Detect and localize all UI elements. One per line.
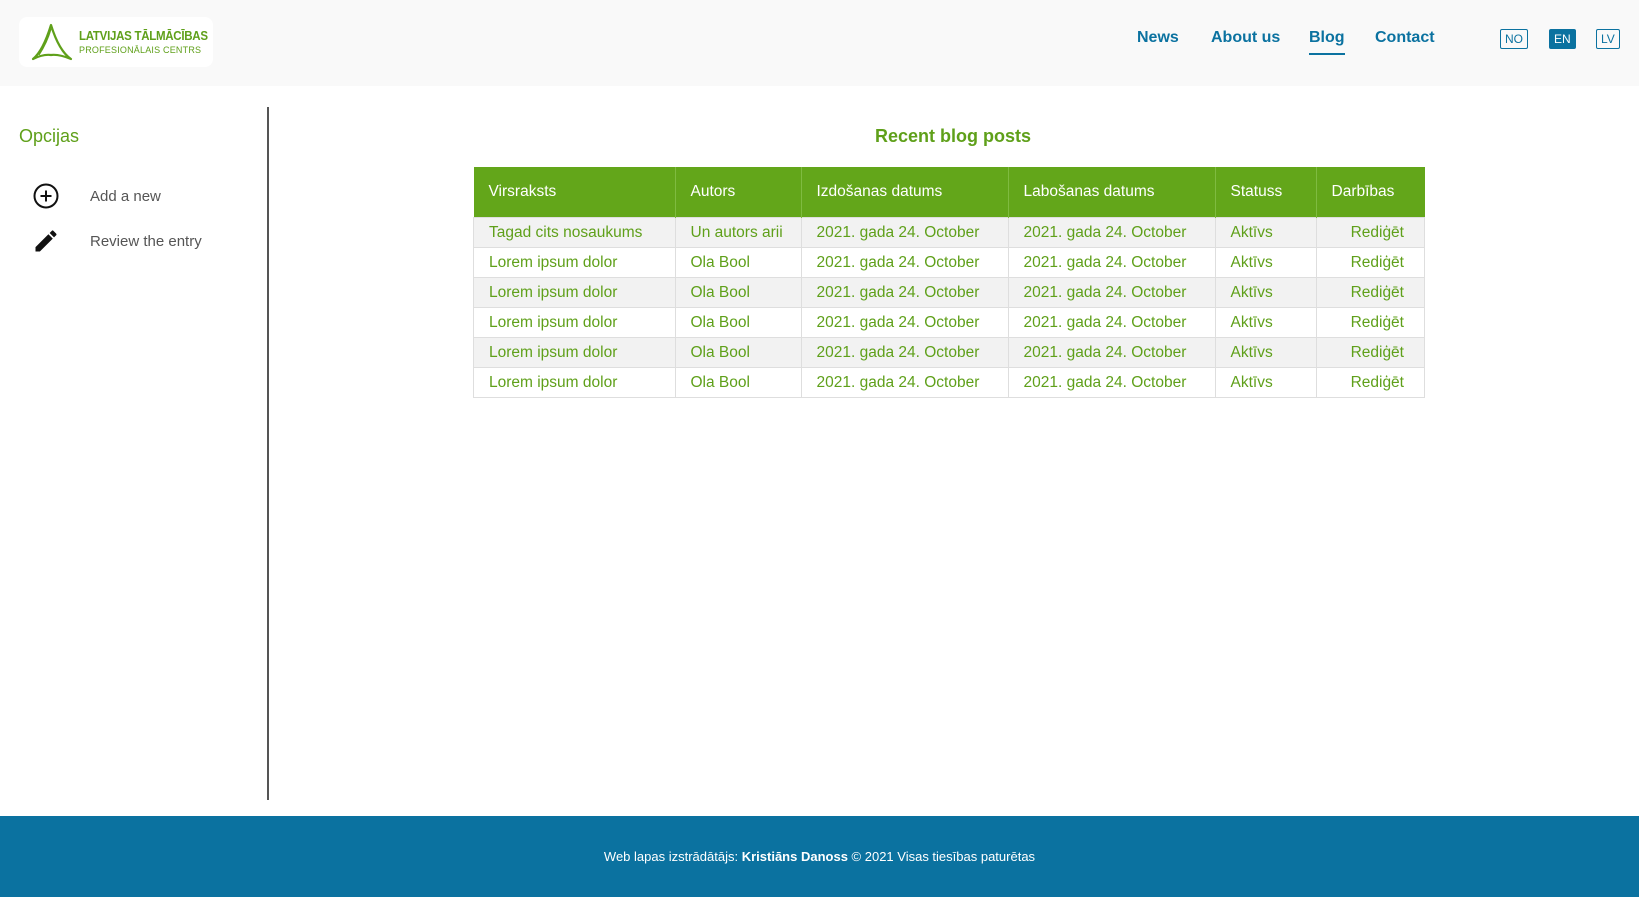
column-header-author: Autors bbox=[675, 167, 802, 218]
nav-contact[interactable]: Contact bbox=[1375, 29, 1435, 47]
cell-published: 2021. gada 24. October bbox=[800, 217, 1009, 248]
footer-copyright: © 2021 Visas tiesības paturētas bbox=[851, 849, 1036, 864]
review-entry-button[interactable]: Review the entry bbox=[31, 226, 202, 256]
edit-link[interactable]: Rediģēt bbox=[1315, 307, 1425, 338]
edit-link[interactable]: Rediģēt bbox=[1315, 277, 1425, 308]
table-row: Lorem ipsum dolor Ola Bool 2021. gada 24… bbox=[473, 367, 1425, 398]
cell-edited: 2021. gada 24. October bbox=[1007, 217, 1216, 248]
cell-author: Ola Bool bbox=[674, 247, 802, 278]
add-new-label: Add a new bbox=[90, 187, 161, 205]
column-header-status: Statuss bbox=[1215, 167, 1317, 218]
cell-published: 2021. gada 24. October bbox=[800, 247, 1009, 278]
column-header-edited: Labošanas datums bbox=[1008, 167, 1216, 218]
nav-news[interactable]: News bbox=[1137, 29, 1179, 47]
cell-status: Aktīvs bbox=[1214, 337, 1317, 368]
cell-author: Ola Bool bbox=[674, 277, 802, 308]
site-header: LATVIJAS TĀLMĀCĪBAS PROFESIONĀLAIS CENTR… bbox=[0, 0, 1639, 86]
table-row: Lorem ipsum dolor Ola Bool 2021. gada 24… bbox=[473, 277, 1425, 308]
cell-edited: 2021. gada 24. October bbox=[1007, 277, 1216, 308]
cell-status: Aktīvs bbox=[1214, 307, 1317, 338]
edit-link[interactable]: Rediģēt bbox=[1315, 367, 1425, 398]
footer-author-link[interactable]: Kristiāns Danoss bbox=[742, 849, 848, 864]
footer-prefix: Web lapas izstrādātājs: bbox=[603, 849, 739, 864]
cell-edited: 2021. gada 24. October bbox=[1007, 337, 1216, 368]
page-title-text: Recent blog posts bbox=[874, 126, 1031, 146]
footer-text: Web lapas izstrādātājs: Kristiāns Danoss… bbox=[0, 849, 1639, 864]
table-row: Lorem ipsum dolor Ola Bool 2021. gada 24… bbox=[473, 247, 1425, 278]
cell-status: Aktīvs bbox=[1214, 247, 1317, 278]
cell-title: Lorem ipsum dolor bbox=[473, 277, 676, 308]
pencil-icon bbox=[31, 226, 61, 256]
cell-title: Lorem ipsum dolor bbox=[473, 307, 676, 338]
cell-author: Ola Bool bbox=[674, 367, 802, 398]
cell-title: Lorem ipsum dolor bbox=[473, 367, 676, 398]
cell-edited: 2021. gada 24. October bbox=[1007, 307, 1216, 338]
cell-published: 2021. gada 24. October bbox=[800, 307, 1009, 338]
logo[interactable]: LATVIJAS TĀLMĀCĪBAS PROFESIONĀLAIS CENTR… bbox=[19, 17, 213, 67]
edit-link[interactable]: Rediģēt bbox=[1315, 337, 1425, 368]
cell-author: Ola Bool bbox=[674, 337, 802, 368]
nav-blog[interactable]: Blog bbox=[1309, 29, 1345, 55]
cell-published: 2021. gada 24. October bbox=[800, 337, 1009, 368]
cell-title: Tagad cits nosaukums bbox=[473, 217, 676, 248]
lang-lv-button[interactable]: LV bbox=[1596, 29, 1620, 49]
cell-author: Un autors arii bbox=[674, 217, 802, 248]
site-footer: Web lapas izstrādātājs: Kristiāns Danoss… bbox=[0, 816, 1639, 897]
edit-link[interactable]: Rediģēt bbox=[1315, 217, 1425, 248]
cell-edited: 2021. gada 24. October bbox=[1007, 367, 1216, 398]
table-row: Tagad cits nosaukums Un autors arii 2021… bbox=[473, 217, 1425, 248]
lang-no-button[interactable]: NO bbox=[1500, 29, 1528, 49]
edit-link[interactable]: Rediģēt bbox=[1315, 247, 1425, 278]
cell-status: Aktīvs bbox=[1214, 277, 1317, 308]
sidebar-divider bbox=[267, 107, 269, 800]
table-row: Lorem ipsum dolor Ola Bool 2021. gada 24… bbox=[473, 337, 1425, 368]
logo-title: LATVIJAS TĀLMĀCĪBAS bbox=[79, 29, 208, 43]
table-row: Lorem ipsum dolor Ola Bool 2021. gada 24… bbox=[473, 307, 1425, 338]
cell-status: Aktīvs bbox=[1214, 367, 1317, 398]
cell-published: 2021. gada 24. October bbox=[800, 277, 1009, 308]
cell-status: Aktīvs bbox=[1214, 217, 1317, 248]
cell-edited: 2021. gada 24. October bbox=[1007, 247, 1216, 278]
cell-title: Lorem ipsum dolor bbox=[473, 337, 676, 368]
add-new-button[interactable]: Add a new bbox=[31, 181, 161, 211]
plus-circle-icon bbox=[31, 181, 61, 211]
cell-author: Ola Bool bbox=[674, 307, 802, 338]
cell-published: 2021. gada 24. October bbox=[800, 367, 1009, 398]
page-title: Recent blog posts bbox=[269, 126, 1639, 147]
cell-title: Lorem ipsum dolor bbox=[473, 247, 676, 278]
column-header-published: Izdošanas datums bbox=[801, 167, 1009, 218]
lang-en-button[interactable]: EN bbox=[1549, 29, 1576, 49]
logo-subtitle: PROFESIONĀLAIS CENTRS bbox=[79, 45, 202, 55]
blog-posts-table: Virsraksts Autors Izdošanas datums Laboš… bbox=[473, 167, 1425, 398]
table-header-row: Virsraksts Autors Izdošanas datums Laboš… bbox=[473, 167, 1425, 218]
review-entry-label: Review the entry bbox=[90, 232, 202, 250]
sidebar-title: Opcijas bbox=[19, 126, 80, 146]
nav-about-us[interactable]: About us bbox=[1211, 29, 1280, 47]
column-header-actions: Darbības bbox=[1316, 167, 1425, 218]
logo-triangle-icon bbox=[31, 23, 73, 61]
column-header-title: Virsraksts bbox=[473, 167, 676, 218]
